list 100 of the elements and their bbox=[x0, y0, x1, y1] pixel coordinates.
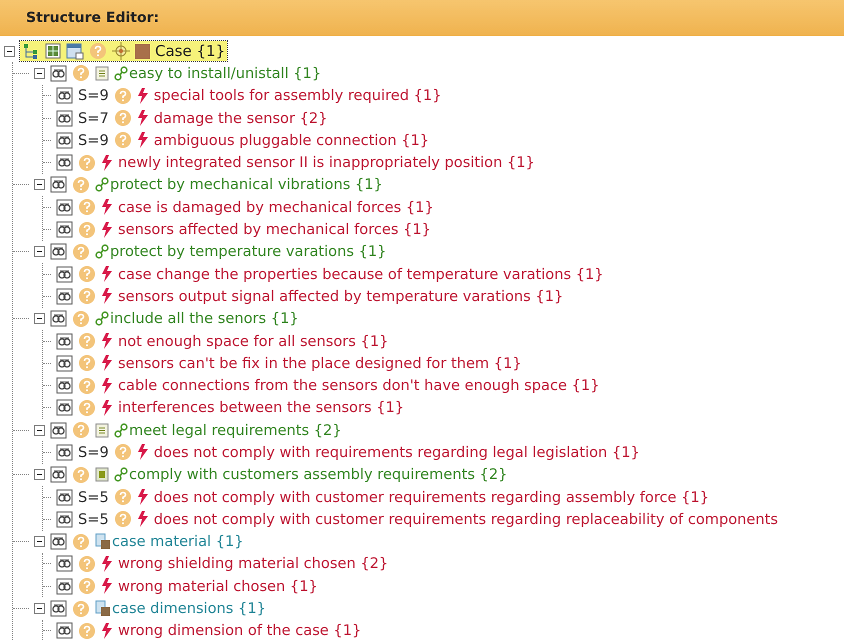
help-icon bbox=[114, 110, 131, 126]
lightning-icon bbox=[102, 378, 112, 394]
lightning-icon bbox=[138, 489, 148, 506]
failure-label[interactable]: sensors can't be fix in the place designed for them {1} bbox=[118, 354, 522, 372]
expander[interactable] bbox=[34, 246, 45, 258]
loops-icon bbox=[56, 110, 72, 126]
loops-icon bbox=[56, 222, 72, 238]
lightning-icon bbox=[102, 222, 112, 238]
function-label[interactable]: comply with customers assembly requirements {2} bbox=[129, 466, 508, 484]
function-label[interactable]: protect by mechanical vibrations {1} bbox=[110, 176, 383, 194]
help-icon bbox=[79, 622, 95, 639]
help-icon bbox=[73, 176, 89, 193]
expander[interactable] bbox=[4, 46, 15, 57]
lightning-icon bbox=[138, 88, 148, 104]
help-icon bbox=[114, 489, 131, 506]
link-icon bbox=[114, 66, 128, 81]
function-label[interactable]: include all the senors {1} bbox=[110, 310, 299, 328]
loops-icon bbox=[50, 310, 66, 327]
loops-icon bbox=[56, 511, 72, 528]
expander[interactable] bbox=[34, 179, 45, 190]
help-icon bbox=[114, 88, 131, 104]
link-icon bbox=[114, 423, 128, 438]
function-label[interactable]: meet legal requirements {2} bbox=[129, 422, 342, 439]
function-label[interactable]: case material {1} bbox=[112, 533, 244, 550]
failure-label[interactable]: does not comply with requirements regarding legal legislation {1} bbox=[154, 444, 640, 461]
help-icon bbox=[79, 578, 95, 594]
failure-label[interactable]: case change the properties because of temperature varations {1} bbox=[118, 266, 604, 283]
tree-icon[interactable] bbox=[24, 44, 37, 59]
severity-label: S=9 bbox=[78, 444, 109, 461]
expander[interactable] bbox=[34, 313, 45, 324]
function-label[interactable]: protect by temperature varations {1} bbox=[110, 243, 386, 260]
failure-label[interactable]: wrong material chosen {1} bbox=[118, 578, 318, 595]
severity-label: S=9 bbox=[78, 87, 109, 104]
lightning-icon bbox=[102, 622, 112, 639]
part-icon bbox=[135, 44, 150, 59]
loops-icon bbox=[56, 444, 72, 460]
failure-label[interactable]: sensors affected by mechanical forces {1} bbox=[118, 221, 431, 238]
failure-label[interactable]: cable connections from the sensors don't have enough space {1} bbox=[118, 377, 600, 394]
failure-label[interactable]: newly integrated sensor II is inappropriately position {1} bbox=[118, 154, 535, 172]
failure-label[interactable]: interferences between the sensors {1} bbox=[118, 399, 404, 416]
loops-icon bbox=[56, 355, 72, 372]
lightning-icon bbox=[102, 400, 112, 416]
lightning-icon bbox=[138, 444, 148, 460]
function-label[interactable]: easy to install/unistall {1} bbox=[129, 64, 322, 82]
lightning-icon bbox=[102, 288, 112, 304]
loops-icon bbox=[50, 466, 66, 483]
link-icon bbox=[95, 312, 109, 326]
help-icon bbox=[79, 154, 95, 171]
loops-icon bbox=[56, 288, 72, 304]
function-label[interactable]: case dimensions {1} bbox=[112, 600, 266, 618]
failure-label[interactable]: wrong dimension of the case {1} bbox=[118, 622, 362, 640]
expander[interactable] bbox=[34, 469, 45, 480]
loops-icon bbox=[56, 154, 72, 171]
node-label: Case {1} bbox=[155, 42, 226, 60]
failure-label[interactable]: not enough space for all sensors {1} bbox=[118, 332, 388, 350]
expander[interactable] bbox=[34, 68, 45, 79]
help-icon bbox=[79, 556, 95, 572]
help-icon bbox=[73, 244, 89, 260]
failure-label[interactable]: does not comply with customer requirements regarding replaceability of components bbox=[154, 510, 778, 528]
help-icon bbox=[114, 132, 131, 148]
loops-icon bbox=[56, 88, 72, 104]
help-icon bbox=[79, 266, 95, 282]
grid-icon[interactable] bbox=[46, 44, 60, 59]
help-icon bbox=[73, 65, 89, 82]
failure-label[interactable]: ambiguous pluggable connection {1} bbox=[154, 132, 430, 149]
part-icon bbox=[96, 600, 110, 616]
failure-label[interactable]: damage the sensor {2} bbox=[154, 110, 328, 127]
help-icon bbox=[73, 422, 89, 438]
failure-label[interactable]: wrong shielding material chosen {2} bbox=[118, 555, 388, 572]
lightning-icon bbox=[138, 132, 148, 148]
failure-label[interactable]: sensors output signal affected by temperature varations {1} bbox=[118, 288, 564, 305]
table-icon[interactable] bbox=[66, 43, 84, 60]
failure-label[interactable]: special tools for assembly required {1} bbox=[154, 87, 442, 104]
loops-icon bbox=[50, 422, 66, 438]
lightning-icon bbox=[102, 266, 112, 282]
expander[interactable] bbox=[34, 603, 45, 614]
loops-icon bbox=[56, 132, 72, 148]
loops-icon bbox=[50, 244, 66, 260]
lightning-icon bbox=[102, 199, 112, 216]
target-icon[interactable] bbox=[112, 42, 130, 60]
help-icon bbox=[79, 333, 95, 349]
loops-icon bbox=[50, 176, 66, 193]
help-icon bbox=[73, 534, 89, 550]
loops-icon bbox=[56, 378, 72, 394]
help-icon bbox=[79, 378, 95, 394]
failure-label[interactable]: case is damaged by mechanical forces {1} bbox=[118, 198, 434, 216]
loops-icon bbox=[56, 333, 72, 349]
lightning-icon bbox=[102, 355, 112, 372]
help-icon bbox=[73, 600, 89, 617]
panel-title: Structure Editor: bbox=[26, 10, 160, 26]
loops-icon bbox=[56, 400, 72, 416]
root-node[interactable]: Case {1} bbox=[20, 41, 228, 62]
loops-icon bbox=[50, 534, 66, 550]
lightning-icon bbox=[102, 154, 112, 171]
failure-label[interactable]: does not comply with customer requirements regarding assembly force {1} bbox=[154, 488, 710, 506]
help-icon bbox=[114, 511, 131, 528]
help-icon bbox=[90, 43, 106, 60]
expander[interactable] bbox=[34, 424, 45, 436]
expander[interactable] bbox=[34, 536, 45, 548]
help-icon bbox=[79, 199, 95, 216]
